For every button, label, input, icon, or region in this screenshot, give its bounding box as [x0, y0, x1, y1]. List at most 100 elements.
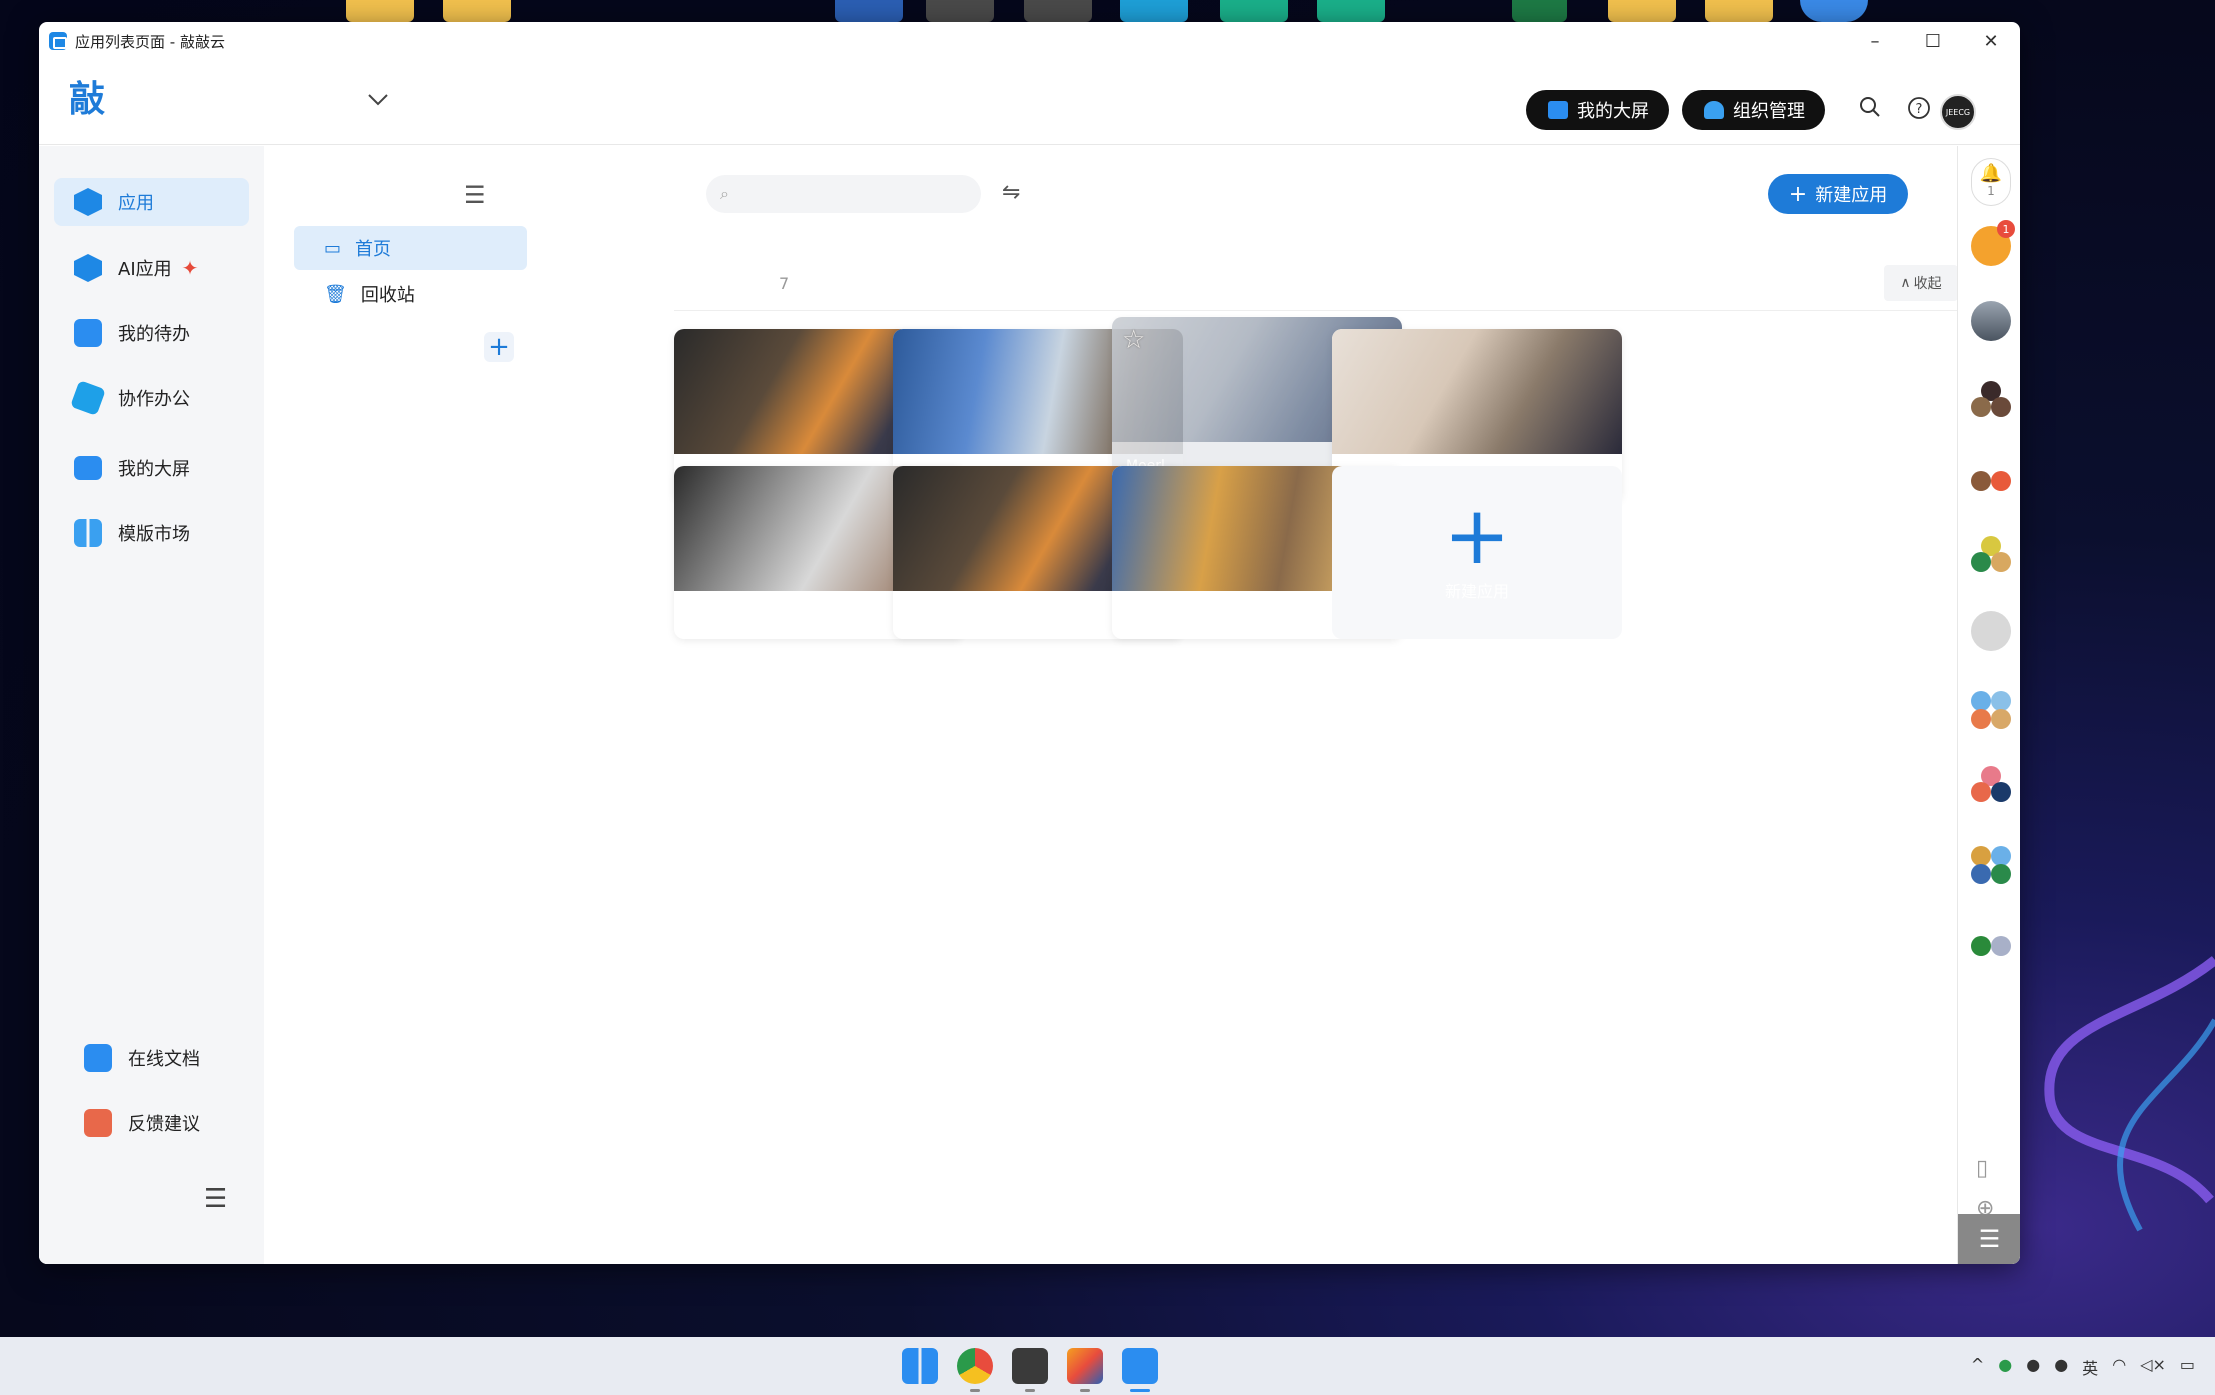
subnav-item-label: 回收站	[360, 285, 415, 306]
notification-count: 1	[1987, 184, 1995, 198]
qiaoqiaoyun-icon[interactable]	[1122, 1348, 1158, 1384]
desktop-app-icon	[1800, 0, 1868, 22]
collapse-button[interactable]: ∧ 收起	[1884, 265, 1958, 301]
desktop-folder-icon	[1705, 0, 1773, 22]
sidebar-item-big-screen[interactable]: 我的大屏	[54, 444, 249, 492]
add-group-button[interactable]: +	[484, 332, 514, 362]
grid-icon	[74, 519, 102, 547]
group-avatar[interactable]	[1971, 381, 2011, 421]
running-indicator	[1080, 1389, 1090, 1392]
tray-expand-icon[interactable]: ^	[1971, 1355, 1984, 1379]
desktop-folder-icon	[346, 0, 414, 22]
sidebar-item-label: AI应用	[118, 259, 172, 280]
org-manage-button[interactable]: 组织管理	[1682, 90, 1825, 130]
bookmark-icon[interactable]: ▯	[1976, 1156, 1988, 1181]
user-avatar[interactable]: JEECG	[1940, 94, 1976, 130]
new-app-button[interactable]: + 新建应用	[1768, 174, 1908, 214]
group-avatar[interactable]	[1971, 536, 2011, 576]
input-method-indicator[interactable]: 英	[2082, 1355, 2098, 1379]
desktop-app-icon	[1120, 0, 1188, 22]
group-avatar[interactable]	[1971, 846, 2011, 886]
sidebar-item-online-docs[interactable]: 在线文档	[64, 1034, 259, 1082]
search-box[interactable]: ⌕	[706, 175, 981, 213]
maximize-button[interactable]: ☐	[1904, 22, 1962, 60]
new-app-card[interactable]: + 新建应用	[1332, 466, 1622, 639]
sidebar-item-todo[interactable]: 我的待办	[54, 309, 249, 357]
search-icon[interactable]	[1859, 96, 1881, 124]
org-manage-label: 组织管理	[1733, 101, 1805, 122]
app-card-thumbnail	[1332, 329, 1622, 454]
collab-icon	[70, 380, 106, 416]
plus-icon: +	[1788, 181, 1808, 207]
sidebar-item-template-market[interactable]: 模版市场	[54, 509, 249, 557]
group-avatar[interactable]	[1971, 926, 2011, 966]
sidebar-item-label: 在线文档	[128, 1049, 200, 1070]
sparkle-icon: ✦	[181, 256, 199, 280]
windows-start-icon[interactable]	[902, 1348, 938, 1384]
ai-cube-icon	[74, 254, 102, 282]
sidebar: 应用 AI应用 ✦ 我的待办 协作办公 我的大屏 模版市场 在线文档 反馈建议 …	[39, 146, 264, 1264]
desktop-sublime-icon	[1024, 0, 1092, 22]
my-big-screen-label: 我的大屏	[1577, 101, 1649, 122]
sidebar-item-label: 我的待办	[118, 324, 190, 345]
battery-icon[interactable]: ▭	[2180, 1355, 2195, 1379]
running-indicator	[970, 1389, 980, 1392]
sidebar-item-ai-apps[interactable]: AI应用 ✦	[54, 244, 249, 292]
brand-logo[interactable]: 敲	[69, 70, 105, 122]
wifi-icon[interactable]: ◠	[2112, 1355, 2126, 1379]
rail-menu-button[interactable]: ☰	[1958, 1214, 2020, 1264]
help-icon[interactable]: ?	[1907, 96, 1931, 126]
group-avatar[interactable]	[1971, 766, 2011, 806]
collapse-label: 收起	[1913, 276, 1942, 292]
filter-icon[interactable]: ⇋	[1002, 180, 1020, 205]
wechat-icon[interactable]: ●	[1998, 1355, 2012, 1379]
subnav-item-recycle-bin[interactable]: 🗑 回收站	[294, 272, 527, 316]
trash-icon: 🗑	[324, 283, 347, 305]
desktop-sublime-icon	[926, 0, 994, 22]
sidebar-item-feedback[interactable]: 反馈建议	[64, 1099, 259, 1147]
subnav-item-home[interactable]: ▭ 首页	[294, 226, 527, 270]
sidebar-item-collab[interactable]: 协作办公	[54, 374, 249, 422]
group-avatar[interactable]	[1971, 461, 2011, 501]
sidebar-item-apps[interactable]: 应用	[54, 178, 249, 226]
divider	[674, 310, 1957, 311]
search-input[interactable]	[736, 185, 957, 203]
new-app-card-label: 新建应用	[1444, 582, 1509, 601]
sidebar-item-label: 协作办公	[118, 389, 190, 410]
main-content: ⌕ ⇋ + 新建应用 7 ∧ 收起 ••••••☆Moerl••••••••••…	[594, 146, 1994, 1264]
app-header: 敲 我的大屏 组织管理 ? JEECG	[39, 60, 2020, 145]
app-window: 应用列表页面 - 敲敲云 – ☐ ✕ 敲 我的大屏 组织管理 ? JEECG 应…	[39, 22, 2020, 1264]
monitor-icon: ▭	[324, 237, 342, 259]
close-button[interactable]: ✕	[1962, 22, 2020, 60]
title-bar[interactable]: 应用列表页面 - 敲敲云 – ☐ ✕	[39, 22, 2020, 60]
subnav-item-label: 首页	[355, 239, 392, 260]
intellij-icon[interactable]	[1067, 1348, 1103, 1384]
org-blocks-icon	[1704, 101, 1724, 119]
star-icon[interactable]: ☆	[1122, 325, 1145, 355]
desktop-excel-icon	[1512, 0, 1567, 22]
minimize-button[interactable]: –	[1846, 22, 1904, 60]
contact-avatar[interactable]	[1971, 611, 2011, 651]
qq-icon[interactable]: ●	[2026, 1355, 2040, 1379]
chrome-icon[interactable]	[957, 1348, 993, 1384]
contact-avatar[interactable]	[1971, 301, 2011, 341]
desktop-word-icon	[835, 0, 903, 22]
mail-icon	[84, 1109, 112, 1137]
group-avatar[interactable]	[1971, 691, 2011, 731]
notification-bell[interactable]: 🔔 1	[1971, 158, 2011, 206]
desktop-app-icon	[1317, 0, 1385, 22]
chevron-down-icon[interactable]	[367, 88, 389, 113]
desktop-app-icon	[1220, 0, 1288, 22]
system-tray: ^ ● ● ● 英 ◠ ◁× ▭	[1971, 1355, 2195, 1379]
app-grid-avatar[interactable]: 1	[1971, 220, 2015, 266]
qq-icon[interactable]: ●	[2054, 1355, 2068, 1379]
volume-muted-icon[interactable]: ◁×	[2140, 1355, 2166, 1379]
collapse-sidebar-icon[interactable]: ☰	[204, 1184, 227, 1214]
cube-icon	[74, 188, 102, 216]
monitor-icon	[74, 456, 102, 480]
sublime-icon[interactable]	[1012, 1348, 1048, 1384]
bell-icon: 🔔	[1979, 163, 2003, 184]
my-big-screen-button[interactable]: 我的大屏	[1526, 90, 1669, 130]
collapse-subnav-icon[interactable]: ☰	[464, 181, 486, 209]
app-count: 7	[779, 274, 790, 293]
